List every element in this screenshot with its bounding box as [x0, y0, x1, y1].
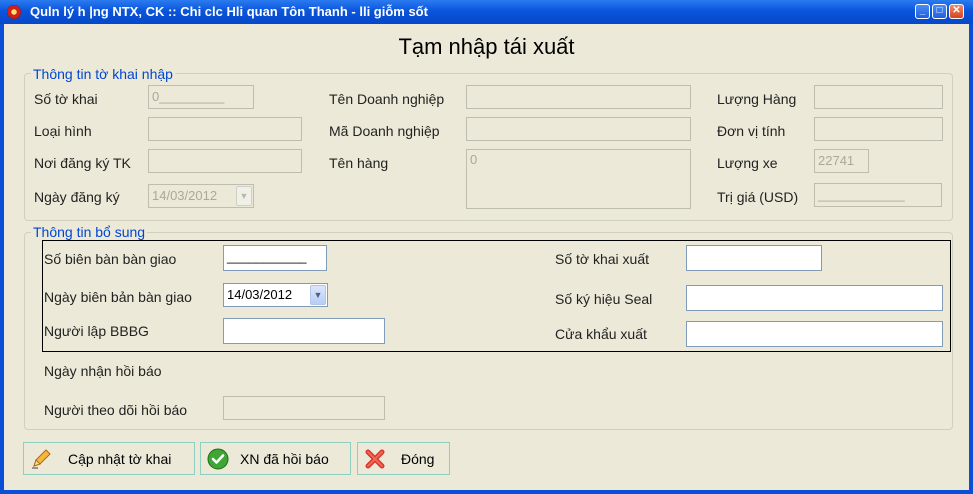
confirm-feedback-label: XN đã hồi báo	[240, 451, 329, 467]
reg-place-label: Nơi đăng ký TK	[34, 155, 131, 171]
maximize-button[interactable]: □	[932, 4, 947, 19]
pencil-icon	[32, 449, 51, 469]
chevron-down-icon[interactable]: ▼	[310, 285, 326, 305]
reg-place-field[interactable]	[148, 149, 302, 173]
company-name-label: Tên Doanh nghiệp	[329, 91, 445, 107]
company-code-field[interactable]	[466, 117, 691, 141]
handover-date-picker[interactable]: 14/03/2012 ▼	[223, 283, 328, 307]
creator-label: Người lập BBBG	[44, 323, 149, 339]
export-decl-field[interactable]	[686, 245, 822, 271]
feedback-date-label: Ngày nhận hồi báo	[44, 363, 162, 379]
app-logo-icon[interactable]	[7, 5, 21, 19]
export-gate-field[interactable]	[686, 321, 943, 347]
close-label: Đóng	[401, 451, 435, 467]
confirm-feedback-button[interactable]: XN đã hồi báo	[200, 442, 351, 475]
follower-label: Người theo dõi hồi báo	[44, 402, 188, 418]
handover-no-field[interactable]: ___________	[223, 245, 327, 271]
page-title: Tạm nhập tái xuất	[398, 34, 575, 59]
close-window-button[interactable]: ✕	[949, 4, 964, 19]
value-usd-field[interactable]: ____________	[814, 183, 942, 207]
goods-name-label: Tên hàng	[329, 155, 389, 171]
handover-date-label: Ngày biên bản bàn giao	[44, 289, 192, 305]
declaration-no-field[interactable]: 0_________	[148, 85, 254, 109]
seal-no-label: Số ký hiệu Seal	[555, 291, 653, 307]
app-window: Quln lý h |ng NTX, CK :: Chi clc Hli qua…	[0, 0, 973, 494]
unit-label: Đơn vị tính	[717, 123, 786, 139]
declaration-no-label: Số tờ khai	[34, 91, 98, 107]
reg-date-label: Ngày đăng ký	[34, 189, 120, 205]
seal-no-field[interactable]	[686, 285, 943, 311]
handover-no-label: Số biên bàn bàn giao	[44, 251, 177, 267]
type-label: Loại hình	[34, 123, 92, 139]
form-body: Tạm nhập tái xuất Thông tin tờ khai nhập…	[4, 24, 969, 490]
export-gate-label: Cửa khẩu xuất	[555, 326, 647, 342]
goods-qty-label: Lượng Hàng	[717, 91, 797, 107]
value-usd-label: Trị giá (USD)	[717, 189, 799, 205]
company-code-label: Mã Doanh nghiệp	[329, 123, 440, 139]
chevron-down-icon[interactable]: ▼	[236, 186, 252, 206]
goods-qty-field[interactable]	[814, 85, 943, 109]
reg-date-picker[interactable]: 14/03/2012 ▼	[148, 184, 254, 208]
follower-field[interactable]	[223, 396, 385, 420]
import-info-legend: Thông tin tờ khai nhập	[31, 66, 175, 82]
handover-date-value: 14/03/2012	[227, 287, 293, 302]
title-bar[interactable]: Quln lý h |ng NTX, CK :: Chi clc Hli qua…	[0, 0, 973, 24]
goods-name-field[interactable]: 0	[466, 149, 691, 209]
update-declaration-label: Cập nhật tờ khai	[68, 451, 172, 467]
vehicles-field[interactable]: 22741	[814, 149, 869, 173]
minimize-button[interactable]: _	[915, 4, 930, 19]
check-icon	[207, 448, 229, 470]
window-title: Quln lý h |ng NTX, CK :: Chi clc Hli qua…	[30, 4, 428, 19]
vehicles-label: Lượng xe	[717, 155, 778, 171]
close-button[interactable]: Đóng	[357, 442, 450, 475]
creator-field[interactable]	[223, 318, 385, 344]
close-x-icon	[365, 449, 385, 469]
reg-date-value: 14/03/2012	[152, 188, 218, 203]
update-declaration-button[interactable]: Cập nhật tờ khai	[23, 442, 195, 475]
company-name-field[interactable]	[466, 85, 691, 109]
type-field[interactable]	[148, 117, 302, 141]
extra-info-legend: Thông tin bổ sung	[31, 224, 148, 240]
export-decl-label: Số tờ khai xuất	[555, 251, 650, 267]
unit-field[interactable]	[814, 117, 943, 141]
